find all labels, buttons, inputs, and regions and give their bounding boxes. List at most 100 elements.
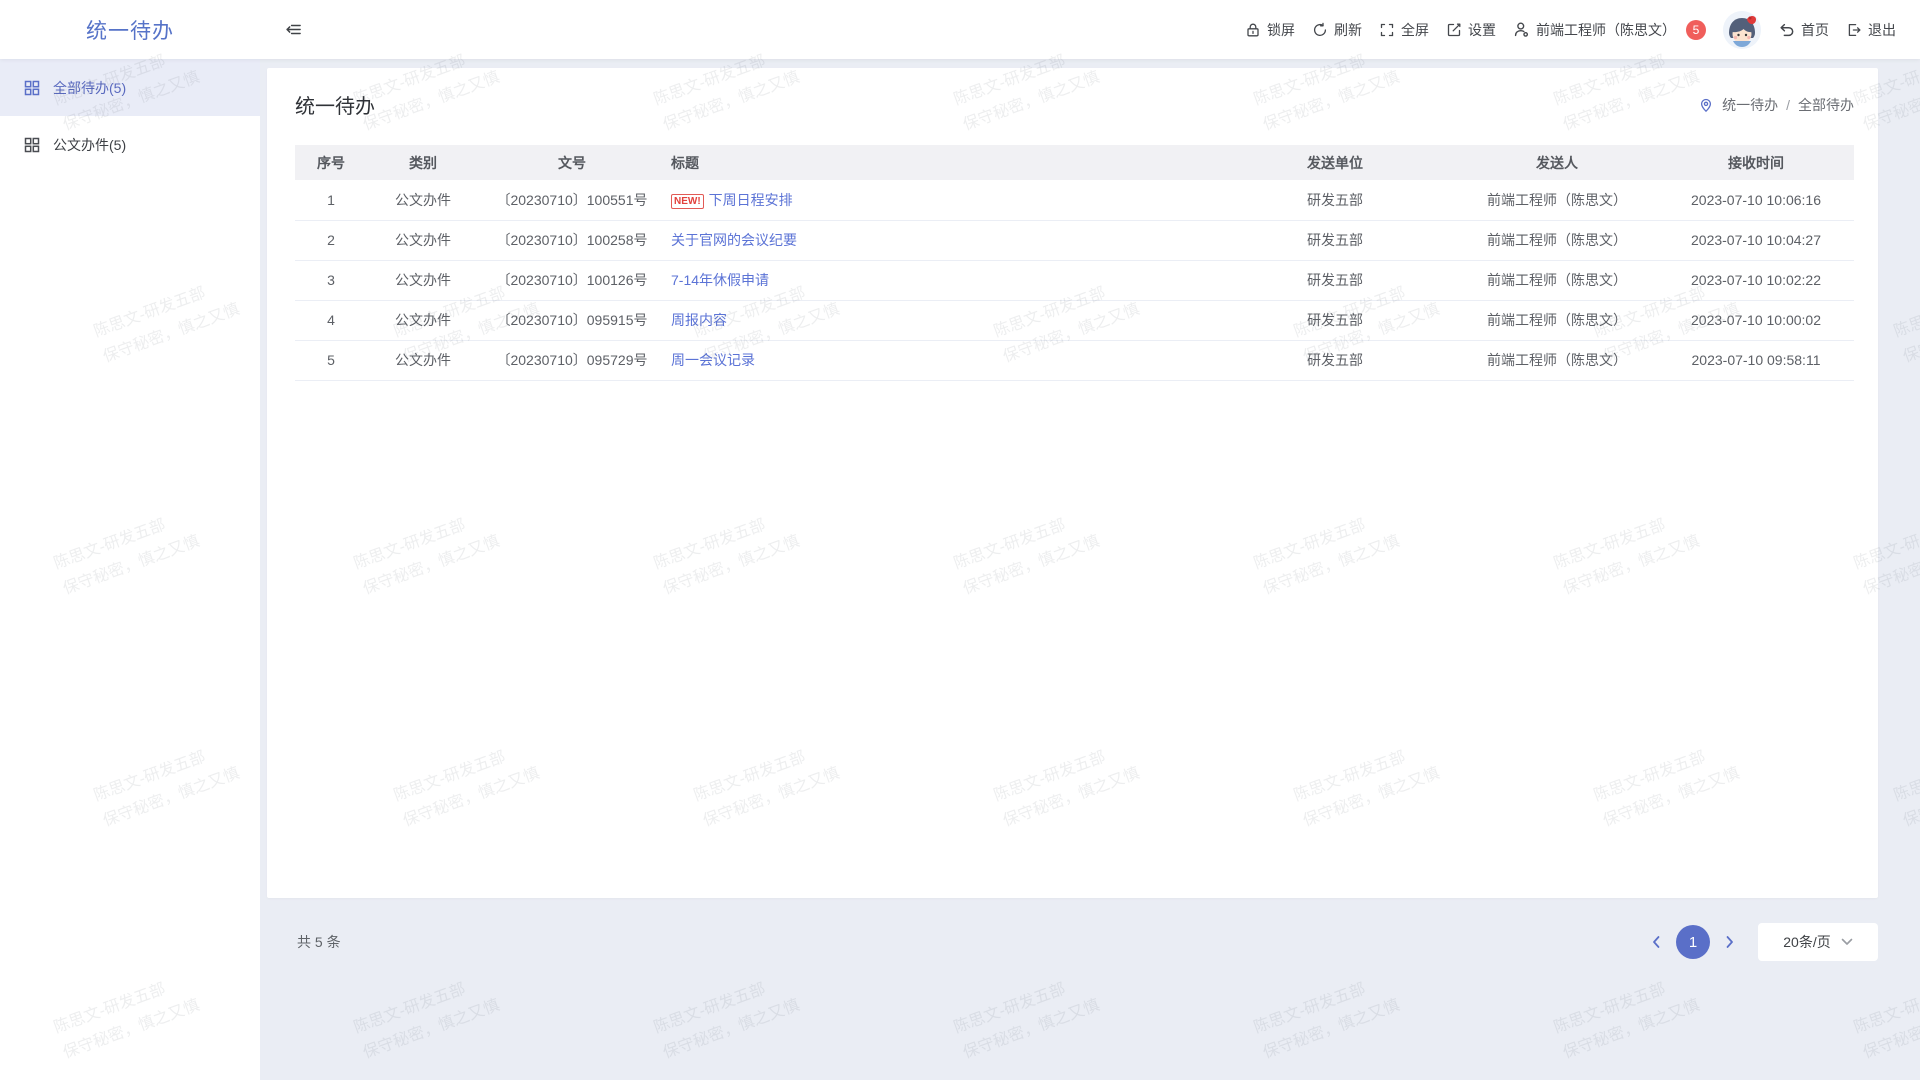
cell-title: 7-14年休假申请 bbox=[665, 260, 1214, 300]
breadcrumb-root[interactable]: 统一待办 bbox=[1722, 95, 1778, 115]
table-header-row: 序号 类别 文号 标题 发送单位 发送人 接收时间 bbox=[295, 145, 1854, 180]
cell-category: 公文办件 bbox=[367, 300, 479, 340]
doc-title-link[interactable]: 7-14年休假申请 bbox=[671, 272, 769, 288]
grid-icon bbox=[24, 80, 40, 96]
undo-home-icon bbox=[1778, 21, 1795, 38]
top-header: 统一待办 锁屏 刷新 全屏 bbox=[0, 0, 1920, 59]
cell-doc-no: 〔20230710〕100551号 bbox=[479, 180, 665, 220]
cell-index: 4 bbox=[295, 300, 367, 340]
col-title: 标题 bbox=[665, 145, 1214, 180]
cell-received-time: 2023-07-10 10:04:27 bbox=[1658, 220, 1854, 260]
cell-sender: 前端工程师（陈思文） bbox=[1456, 220, 1658, 260]
doc-title-link[interactable]: 周一会议记录 bbox=[671, 352, 755, 368]
user-menu[interactable]: 前端工程师（陈思文） 5 bbox=[1513, 20, 1706, 40]
menu-fold-icon[interactable] bbox=[285, 21, 302, 38]
pagination-bar: 共 5 条 1 20条/页 bbox=[267, 919, 1878, 965]
sidebar-item-official-docs[interactable]: 公文办件(5) bbox=[0, 116, 260, 173]
edit-settings-icon bbox=[1446, 22, 1462, 38]
todo-card: 统一待办 统一待办 / 全部待办 bbox=[267, 68, 1878, 898]
sidebar: 全部待办(5) 公文办件(5) bbox=[0, 59, 260, 1080]
todo-table: 序号 类别 文号 标题 发送单位 发送人 接收时间 1 公文办件 〔202307… bbox=[295, 145, 1854, 381]
col-category: 类别 bbox=[367, 145, 479, 180]
settings-button[interactable]: 设置 bbox=[1446, 20, 1496, 40]
cell-sender: 前端工程师（陈思文） bbox=[1456, 340, 1658, 380]
table-row: 4 公文办件 〔20230710〕095915号 周报内容 研发五部 前端工程师… bbox=[295, 300, 1854, 340]
home-label: 首页 bbox=[1801, 20, 1829, 40]
cell-sender: 前端工程师（陈思文） bbox=[1456, 260, 1658, 300]
col-sender-unit: 发送单位 bbox=[1214, 145, 1456, 180]
cell-title: 周报内容 bbox=[665, 300, 1214, 340]
cell-sender: 前端工程师（陈思文） bbox=[1456, 300, 1658, 340]
cell-category: 公文办件 bbox=[367, 220, 479, 260]
cell-index: 3 bbox=[295, 260, 367, 300]
cell-title: 周一会议记录 bbox=[665, 340, 1214, 380]
current-page-button[interactable]: 1 bbox=[1676, 925, 1710, 959]
avatar[interactable] bbox=[1723, 11, 1761, 49]
col-index: 序号 bbox=[295, 145, 367, 180]
fullscreen-label: 全屏 bbox=[1401, 20, 1429, 40]
col-received-time: 接收时间 bbox=[1658, 145, 1854, 180]
user-name-label: 前端工程师（陈思文） bbox=[1536, 20, 1676, 40]
todo-count-badge: 5 bbox=[1686, 20, 1706, 40]
cell-category: 公文办件 bbox=[367, 340, 479, 380]
prev-page-button[interactable] bbox=[1650, 935, 1662, 949]
refresh-icon bbox=[1312, 22, 1328, 38]
doc-title-link[interactable]: 关于官网的会议纪要 bbox=[671, 232, 797, 248]
cell-sender-unit: 研发五部 bbox=[1214, 180, 1456, 220]
breadcrumb: 统一待办 / 全部待办 bbox=[1698, 95, 1854, 115]
page-size-select[interactable]: 20条/页 bbox=[1758, 923, 1878, 961]
cell-title: 关于官网的会议纪要 bbox=[665, 220, 1214, 260]
location-pin-icon bbox=[1698, 97, 1714, 113]
logout-button[interactable]: 退出 bbox=[1846, 20, 1896, 40]
chevron-down-icon bbox=[1841, 938, 1853, 946]
cell-category: 公文办件 bbox=[367, 260, 479, 300]
lock-icon bbox=[1245, 22, 1261, 38]
cell-received-time: 2023-07-10 10:00:02 bbox=[1658, 300, 1854, 340]
page-size-value: 20条/页 bbox=[1783, 932, 1830, 952]
cell-sender-unit: 研发五部 bbox=[1214, 260, 1456, 300]
total-count-label: 共 5 条 bbox=[297, 932, 341, 952]
next-page-button[interactable] bbox=[1724, 935, 1736, 949]
col-sender: 发送人 bbox=[1456, 145, 1658, 180]
user-icon bbox=[1513, 21, 1530, 38]
page-title: 统一待办 bbox=[295, 90, 375, 119]
sidebar-item-label: 全部待办(5) bbox=[53, 78, 126, 98]
table-row: 1 公文办件 〔20230710〕100551号 NEW!下周日程安排 研发五部… bbox=[295, 180, 1854, 220]
fullscreen-icon bbox=[1379, 22, 1395, 38]
cell-sender-unit: 研发五部 bbox=[1214, 300, 1456, 340]
table-row: 2 公文办件 〔20230710〕100258号 关于官网的会议纪要 研发五部 … bbox=[295, 220, 1854, 260]
col-doc-no: 文号 bbox=[479, 145, 665, 180]
breadcrumb-separator: / bbox=[1786, 97, 1790, 113]
cell-category: 公文办件 bbox=[367, 180, 479, 220]
sidebar-item-label: 公文办件(5) bbox=[53, 135, 126, 155]
refresh-button[interactable]: 刷新 bbox=[1312, 20, 1362, 40]
table-row: 5 公文办件 〔20230710〕095729号 周一会议记录 研发五部 前端工… bbox=[295, 340, 1854, 380]
cell-received-time: 2023-07-10 09:58:11 bbox=[1658, 340, 1854, 380]
lock-screen-button[interactable]: 锁屏 bbox=[1245, 20, 1295, 40]
cell-doc-no: 〔20230710〕095915号 bbox=[479, 300, 665, 340]
app-title: 统一待办 bbox=[86, 20, 174, 43]
cell-doc-no: 〔20230710〕100126号 bbox=[479, 260, 665, 300]
fullscreen-button[interactable]: 全屏 bbox=[1379, 20, 1429, 40]
cell-sender-unit: 研发五部 bbox=[1214, 340, 1456, 380]
new-badge: NEW! bbox=[671, 194, 704, 209]
table-row: 3 公文办件 〔20230710〕100126号 7-14年休假申请 研发五部 … bbox=[295, 260, 1854, 300]
cell-received-time: 2023-07-10 10:02:22 bbox=[1658, 260, 1854, 300]
cell-index: 5 bbox=[295, 340, 367, 380]
sidebar-item-all-todos[interactable]: 全部待办(5) bbox=[0, 59, 260, 116]
home-button[interactable]: 首页 bbox=[1778, 20, 1829, 40]
breadcrumb-current: 全部待办 bbox=[1798, 95, 1854, 115]
logout-label: 退出 bbox=[1868, 20, 1896, 40]
app-logo: 统一待办 bbox=[0, 15, 260, 45]
cell-index: 2 bbox=[295, 220, 367, 260]
cell-sender-unit: 研发五部 bbox=[1214, 220, 1456, 260]
header-toolbar: 锁屏 刷新 全屏 设置 bbox=[1245, 11, 1920, 49]
grid-icon bbox=[24, 137, 40, 153]
refresh-label: 刷新 bbox=[1334, 20, 1362, 40]
cell-title: NEW! 下周日程安排 bbox=[665, 180, 1214, 220]
cell-received-time: 2023-07-10 10:06:16 bbox=[1658, 180, 1854, 220]
cell-doc-no: 〔20230710〕100258号 bbox=[479, 220, 665, 260]
doc-title-link[interactable]: 下周日程安排 bbox=[709, 192, 793, 208]
main-content: 统一待办 统一待办 / 全部待办 bbox=[260, 59, 1920, 1080]
doc-title-link[interactable]: 周报内容 bbox=[671, 312, 727, 328]
